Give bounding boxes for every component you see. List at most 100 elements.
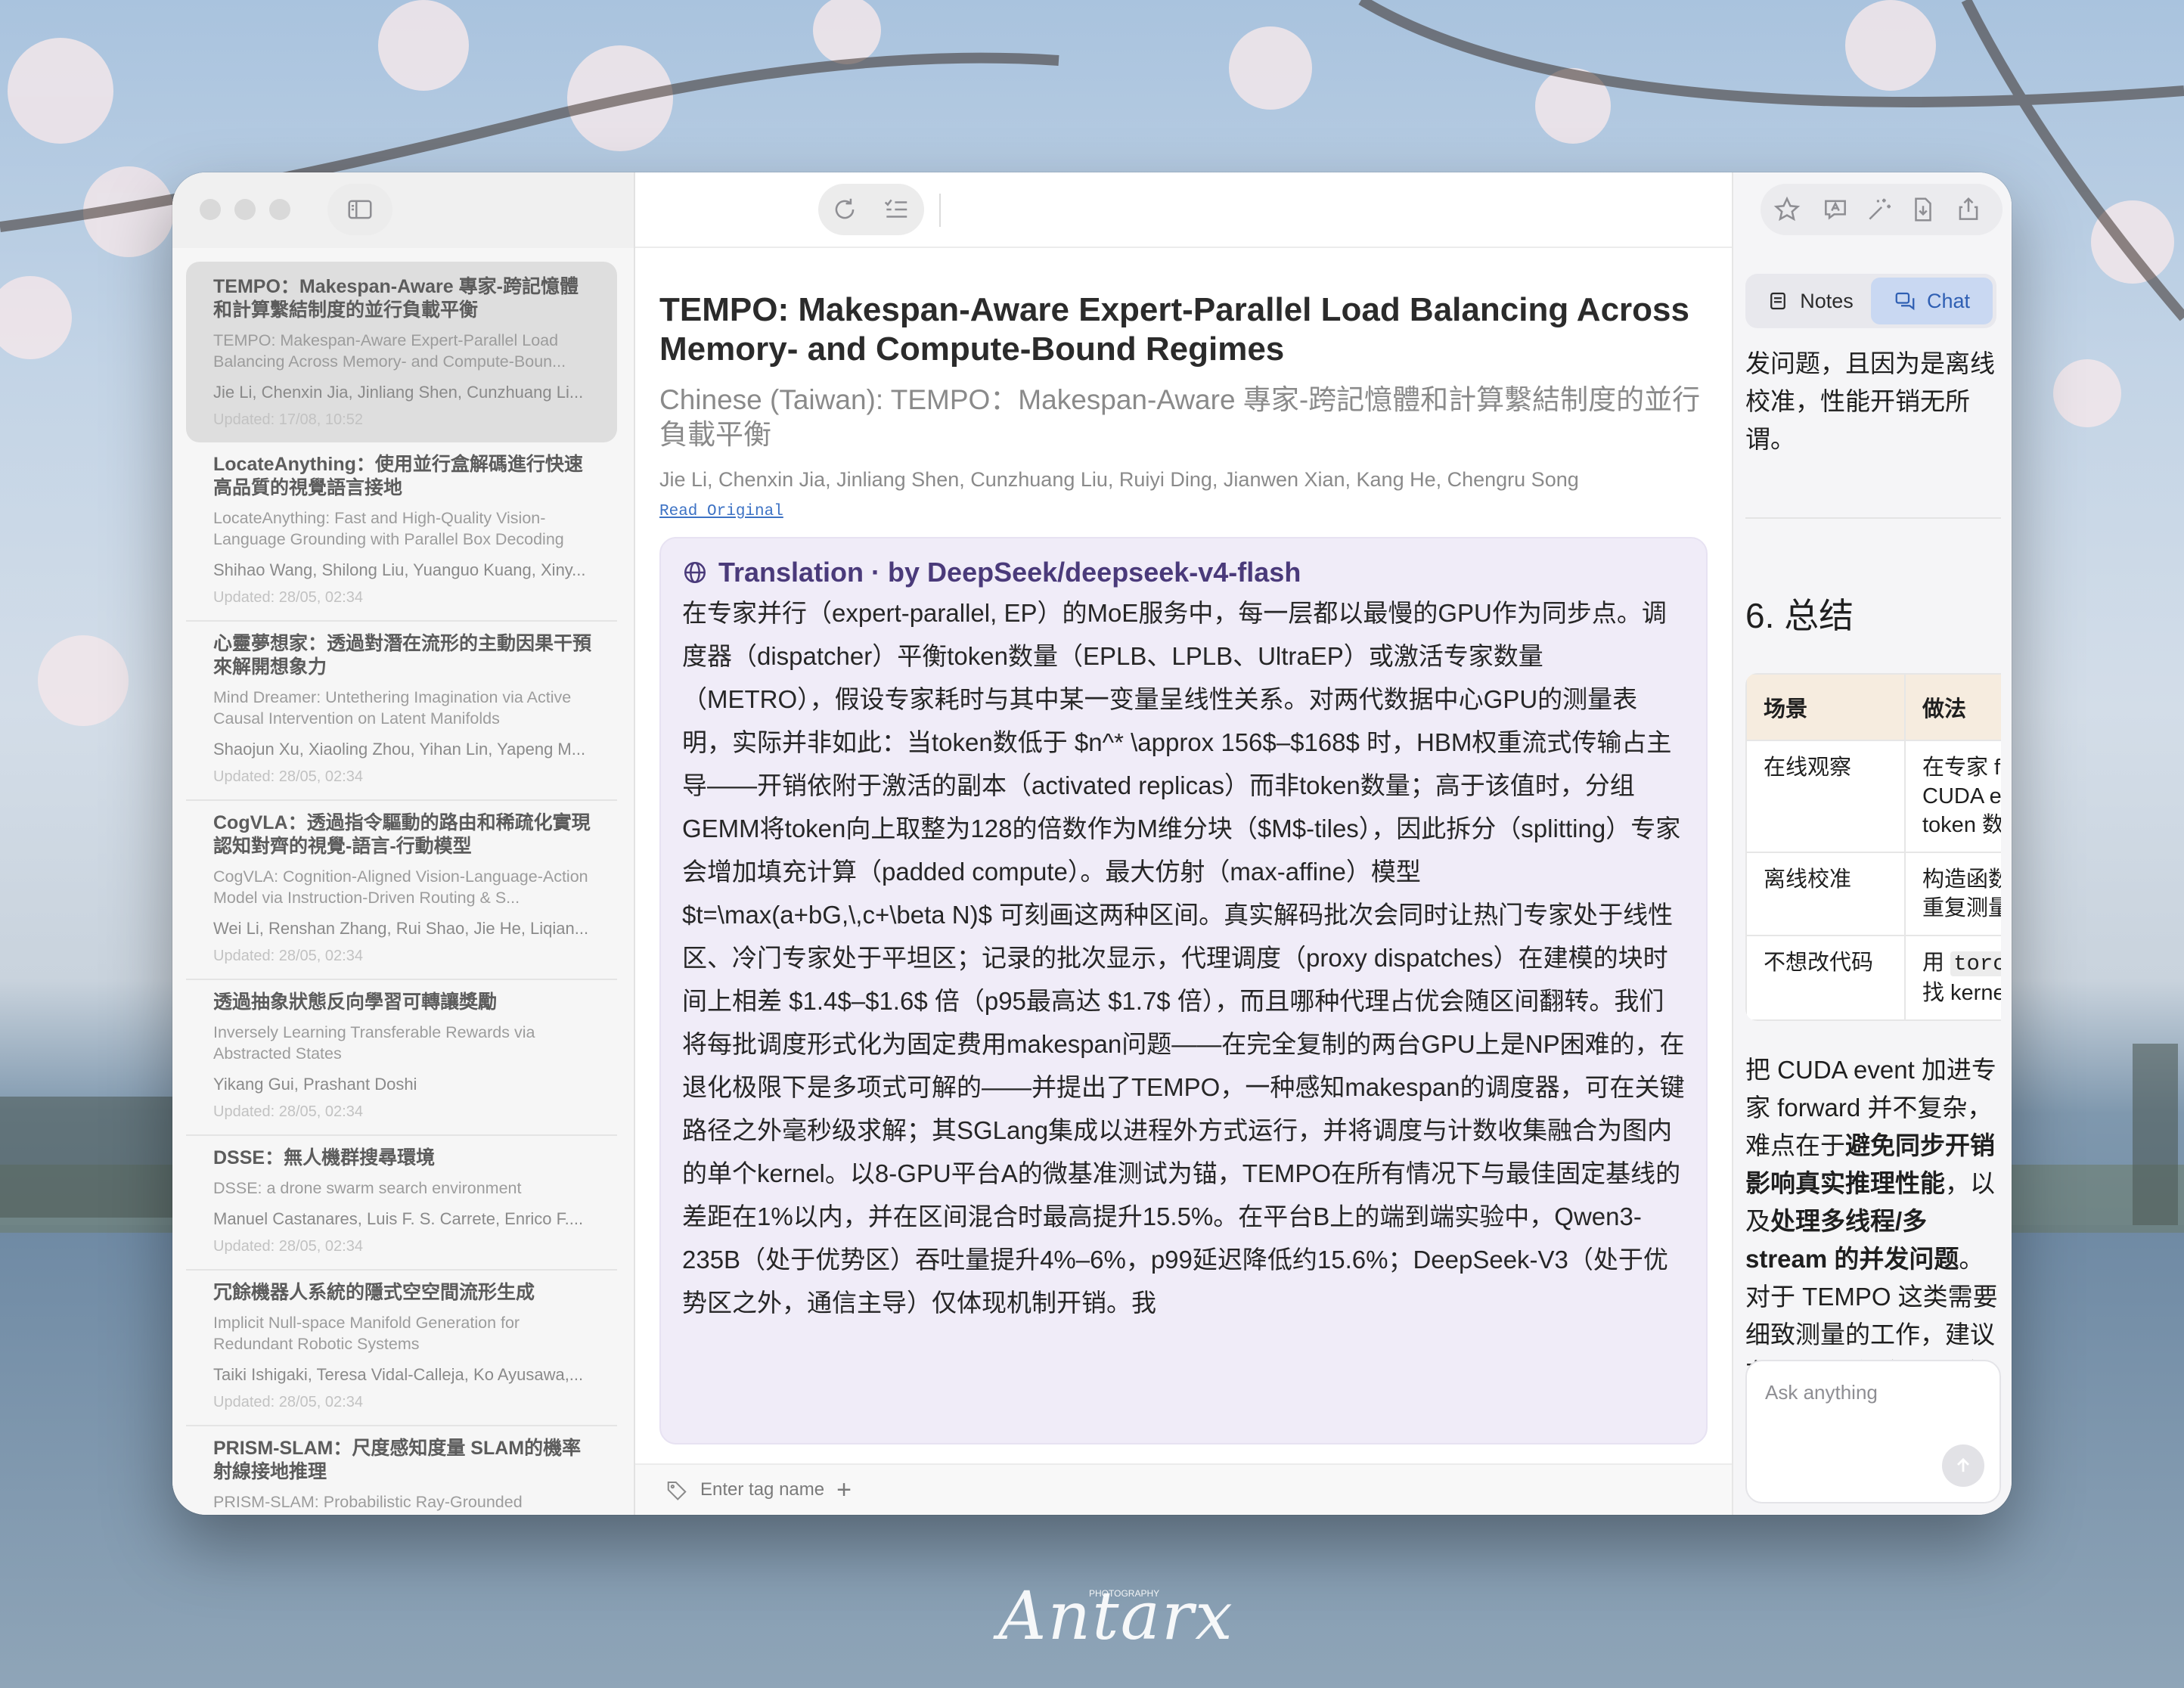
translate-icon[interactable]: [1821, 195, 1850, 224]
paper-list-item[interactable]: 透過抽象狀態反向學習可轉讓獎勵 Inversely Learning Transf…: [186, 980, 617, 1136]
table-cell-scene: 不想改代码: [1745, 935, 1906, 1021]
chat-input-box[interactable]: Ask anything: [1745, 1360, 2001, 1503]
checklist-icon[interactable]: [882, 195, 911, 224]
section-heading: 6. 总结: [1745, 596, 1854, 635]
paper-list-item[interactable]: PRISM-SLAM：尺度感知度量 SLAM的機率射線接地推理 PRISM-SLA…: [186, 1426, 617, 1515]
paper-list-item[interactable]: CogVLA：透過指令驅動的路由和稀疏化實現認知對齊的視覺-語言-行動模型 Cog…: [186, 801, 617, 980]
paper-item-updated: Updated: 17/08, 10:52: [213, 411, 363, 428]
table-cell-scene: 在线观察: [1745, 740, 1906, 853]
assistant-panel: Notes Chat 发问题，且因为是离线校准，性能开销无所谓。 6. 总结 场…: [1732, 172, 2012, 1515]
paper-item-updated: Updated: 28/05, 02:34: [213, 768, 363, 785]
paper-item-subtitle: Mind Dreamer: Untethering Imagination vi…: [213, 688, 572, 728]
tag-input[interactable]: Enter tag name: [700, 1479, 824, 1500]
table-cell-method: 在专家 forward 内用两个 CUDA event 包裹，记录 token …: [1904, 740, 2001, 853]
paper-item-title: LocateAnything：使用並行盒解碼進行快速高品質的視覺語言接地: [213, 454, 583, 498]
chat-icon: [1894, 290, 1916, 312]
sidebar-toggle-icon: [346, 195, 374, 224]
paper-item-subtitle: Implicit Null-space Manifold Generation …: [213, 1314, 520, 1353]
notes-chat-segmented-control: Notes Chat: [1745, 274, 1996, 328]
tab-notes-label: Notes: [1800, 289, 1854, 312]
paper-item-authors: Yikang Gui, Prashant Doshi: [213, 1075, 417, 1094]
paper-item-title: PRISM-SLAM：尺度感知度量 SLAM的機率射線接地推理: [213, 1438, 582, 1482]
star-icon[interactable]: [1773, 195, 1801, 224]
paper-list-item[interactable]: TEMPO：Makespan-Aware 專家-跨記憶體和計算繫結制度的並行負載…: [186, 262, 617, 442]
refresh-icon[interactable]: [830, 195, 859, 224]
paper-item-updated: Updated: 28/05, 02:34: [213, 948, 363, 964]
paper-item-subtitle: TEMPO: Makespan-Aware Expert-Parallel Lo…: [213, 331, 566, 371]
table-cell-text: 用: [1922, 951, 1951, 975]
paper-item-authors: Shihao Wang, Shilong Liu, Yuanguo Kuang,…: [213, 560, 586, 579]
download-doc-icon[interactable]: [1909, 195, 1937, 224]
translation-text: 在专家并行（expert-parallel, EP）的MoE服务中，每一层都以最…: [682, 599, 1685, 1317]
paper-translated-title: Chinese (Taiwan): TEMPO：Makespan-Aware 專…: [659, 384, 1701, 450]
toggle-sidebar-button[interactable]: [327, 184, 392, 235]
reader-toolbar: [635, 172, 1732, 248]
zoom-window-button[interactable]: [269, 199, 290, 220]
inline-code: torch.profiler: [1950, 951, 2001, 976]
paper-item-subtitle: LocateAnything: Fast and High-Quality Vi…: [213, 509, 564, 548]
paper-item-title: 冗餘機器人系統的隱式空空間流形生成: [213, 1282, 535, 1303]
paper-item-title: TEMPO：Makespan-Aware 專家-跨記憶體和計算繫結制度的並行負載…: [213, 276, 579, 321]
paper-item-subtitle: PRISM-SLAM: Probabilistic Ray-Grounded I…: [213, 1493, 523, 1515]
table-cell-method: 构造函数输入，用 event 重复测量: [1904, 852, 2001, 936]
assistant-toolbar: [1733, 172, 2012, 248]
share-icon[interactable]: [1954, 195, 1983, 224]
table-cell-text: 找 kernel 和 input_shape: [1922, 981, 2001, 1005]
paper-list-sidebar: TEMPO：Makespan-Aware 專家-跨記憶體和計算繫結制度的並行負載…: [172, 172, 635, 1515]
tab-notes[interactable]: Notes: [1749, 278, 1871, 324]
arrow-up-icon: [1953, 1455, 1974, 1476]
paper-item-title: 心靈夢想家：透過對潛在流形的主動因果干預來解開想象力: [213, 633, 591, 678]
close-window-button[interactable]: [200, 199, 221, 220]
translation-card: Translation · by DeepSeek/deepseek-v4-fl…: [659, 537, 1708, 1444]
paper-item-authors: Jie Li, Chenxin Jia, Jinliang Shen, Cunz…: [213, 383, 584, 402]
paper-item-subtitle: CogVLA: Cognition-Aligned Vision-Languag…: [213, 867, 588, 907]
chat-input[interactable]: Ask anything: [1765, 1381, 1981, 1404]
paper-item-authors: Taiki Ishigaki, Teresa Vidal-Calleja, Ko…: [213, 1365, 584, 1384]
paper-list-item[interactable]: 心靈夢想家：透過對潛在流形的主動因果干預來解開想象力 Mind Dreamer: …: [186, 622, 617, 801]
app-window: TEMPO：Makespan-Aware 專家-跨記憶體和計算繫結制度的並行負載…: [172, 172, 2012, 1515]
read-original-link[interactable]: Read Original: [659, 503, 783, 520]
summary-emphasis: 处理多线程/多 stream 的并发问题: [1745, 1207, 1959, 1273]
tab-chat[interactable]: Chat: [1871, 278, 1993, 324]
translation-title: Translation · by DeepSeek/deepseek-v4-fl…: [718, 557, 1301, 588]
paper-item-title: 透過抽象狀態反向學習可轉讓獎勵: [213, 991, 498, 1013]
table-row: 不想改代码 用 torch.profiler 找 kernel 和 input_…: [1745, 935, 2001, 1021]
add-tag-icon[interactable]: +: [836, 1477, 852, 1503]
paper-list-item[interactable]: LocateAnything：使用並行盒解碼進行快速高品質的視覺語言接地 Loca…: [186, 442, 617, 622]
globe-icon: [682, 560, 708, 585]
divider: [1745, 517, 2001, 519]
magic-wand-icon[interactable]: [1865, 195, 1894, 224]
minimize-window-button[interactable]: [234, 199, 256, 220]
sidebar-toolbar: [172, 172, 634, 248]
paper-item-subtitle: DSSE: a drone swarm search environment: [213, 1179, 522, 1197]
paper-item-authors: Shaojun Xu, Xiaoling Zhou, Yihan Lin, Ya…: [213, 740, 586, 759]
table-header-method: 做法: [1904, 673, 2001, 741]
table-cell-scene: 离线校准: [1745, 852, 1906, 936]
send-button[interactable]: [1942, 1444, 1984, 1487]
paper-list-item[interactable]: 冗餘機器人系統的隱式空空間流形生成 Implicit Null-space Man…: [186, 1271, 617, 1426]
paper-item-updated: Updated: 28/05, 02:34: [213, 1238, 363, 1255]
summary-table: 场景 做法 在线观察 在专家 forward 内用两个 CUDA event 包…: [1745, 673, 2001, 1021]
reader-content: TEMPO: Makespan-Aware Expert-Parallel Lo…: [635, 248, 1732, 1463]
chat-message-text: 发问题，且因为是离线校准，性能开销无所谓。: [1745, 349, 1995, 453]
tab-chat-label: Chat: [1926, 289, 1971, 312]
paper-item-authors: Wei Li, Renshan Zhang, Rui Shao, Jie He,…: [213, 919, 589, 938]
paper-item-updated: Updated: 28/05, 02:34: [213, 1394, 363, 1410]
paper-title: TEMPO: Makespan-Aware Expert-Parallel Lo…: [659, 291, 1689, 368]
paper-reader: TEMPO: Makespan-Aware Expert-Parallel Lo…: [635, 172, 1732, 1515]
paper-list-item[interactable]: DSSE：無人機群搜尋環境 DSSE: a drone swarm search …: [186, 1136, 617, 1271]
paper-authors: Jie Li, Chenxin Jia, Jinliang Shen, Cunz…: [659, 468, 1579, 491]
paper-item-title: CogVLA：透過指令驅動的路由和稀疏化實現認知對齊的視覺-語言-行動模型: [213, 812, 591, 857]
photographer-signature-small: PHOTOGRAPHY: [1089, 1588, 1160, 1599]
chat-transcript: 发问题，且因为是离线校准，性能开销无所谓。 6. 总结 场景 做法 在线观察 在…: [1745, 345, 2001, 1487]
table-row: 在线观察 在专家 forward 内用两个 CUDA event 包裹，记录 t…: [1745, 740, 2001, 853]
table-header-scene: 场景: [1745, 673, 1906, 741]
paper-item-authors: Manuel Castanares, Luis F. S. Carrete, E…: [213, 1209, 584, 1228]
translation-header: Translation · by DeepSeek/deepseek-v4-fl…: [682, 557, 1685, 588]
notes-icon: [1767, 290, 1789, 312]
toolbar-divider: [939, 194, 941, 227]
paper-item-subtitle: Inversely Learning Transferable Rewards …: [213, 1023, 535, 1063]
reader-actions-group: [818, 184, 924, 235]
tag-icon: [665, 1479, 688, 1501]
tag-bar: Enter tag name +: [635, 1463, 1732, 1515]
